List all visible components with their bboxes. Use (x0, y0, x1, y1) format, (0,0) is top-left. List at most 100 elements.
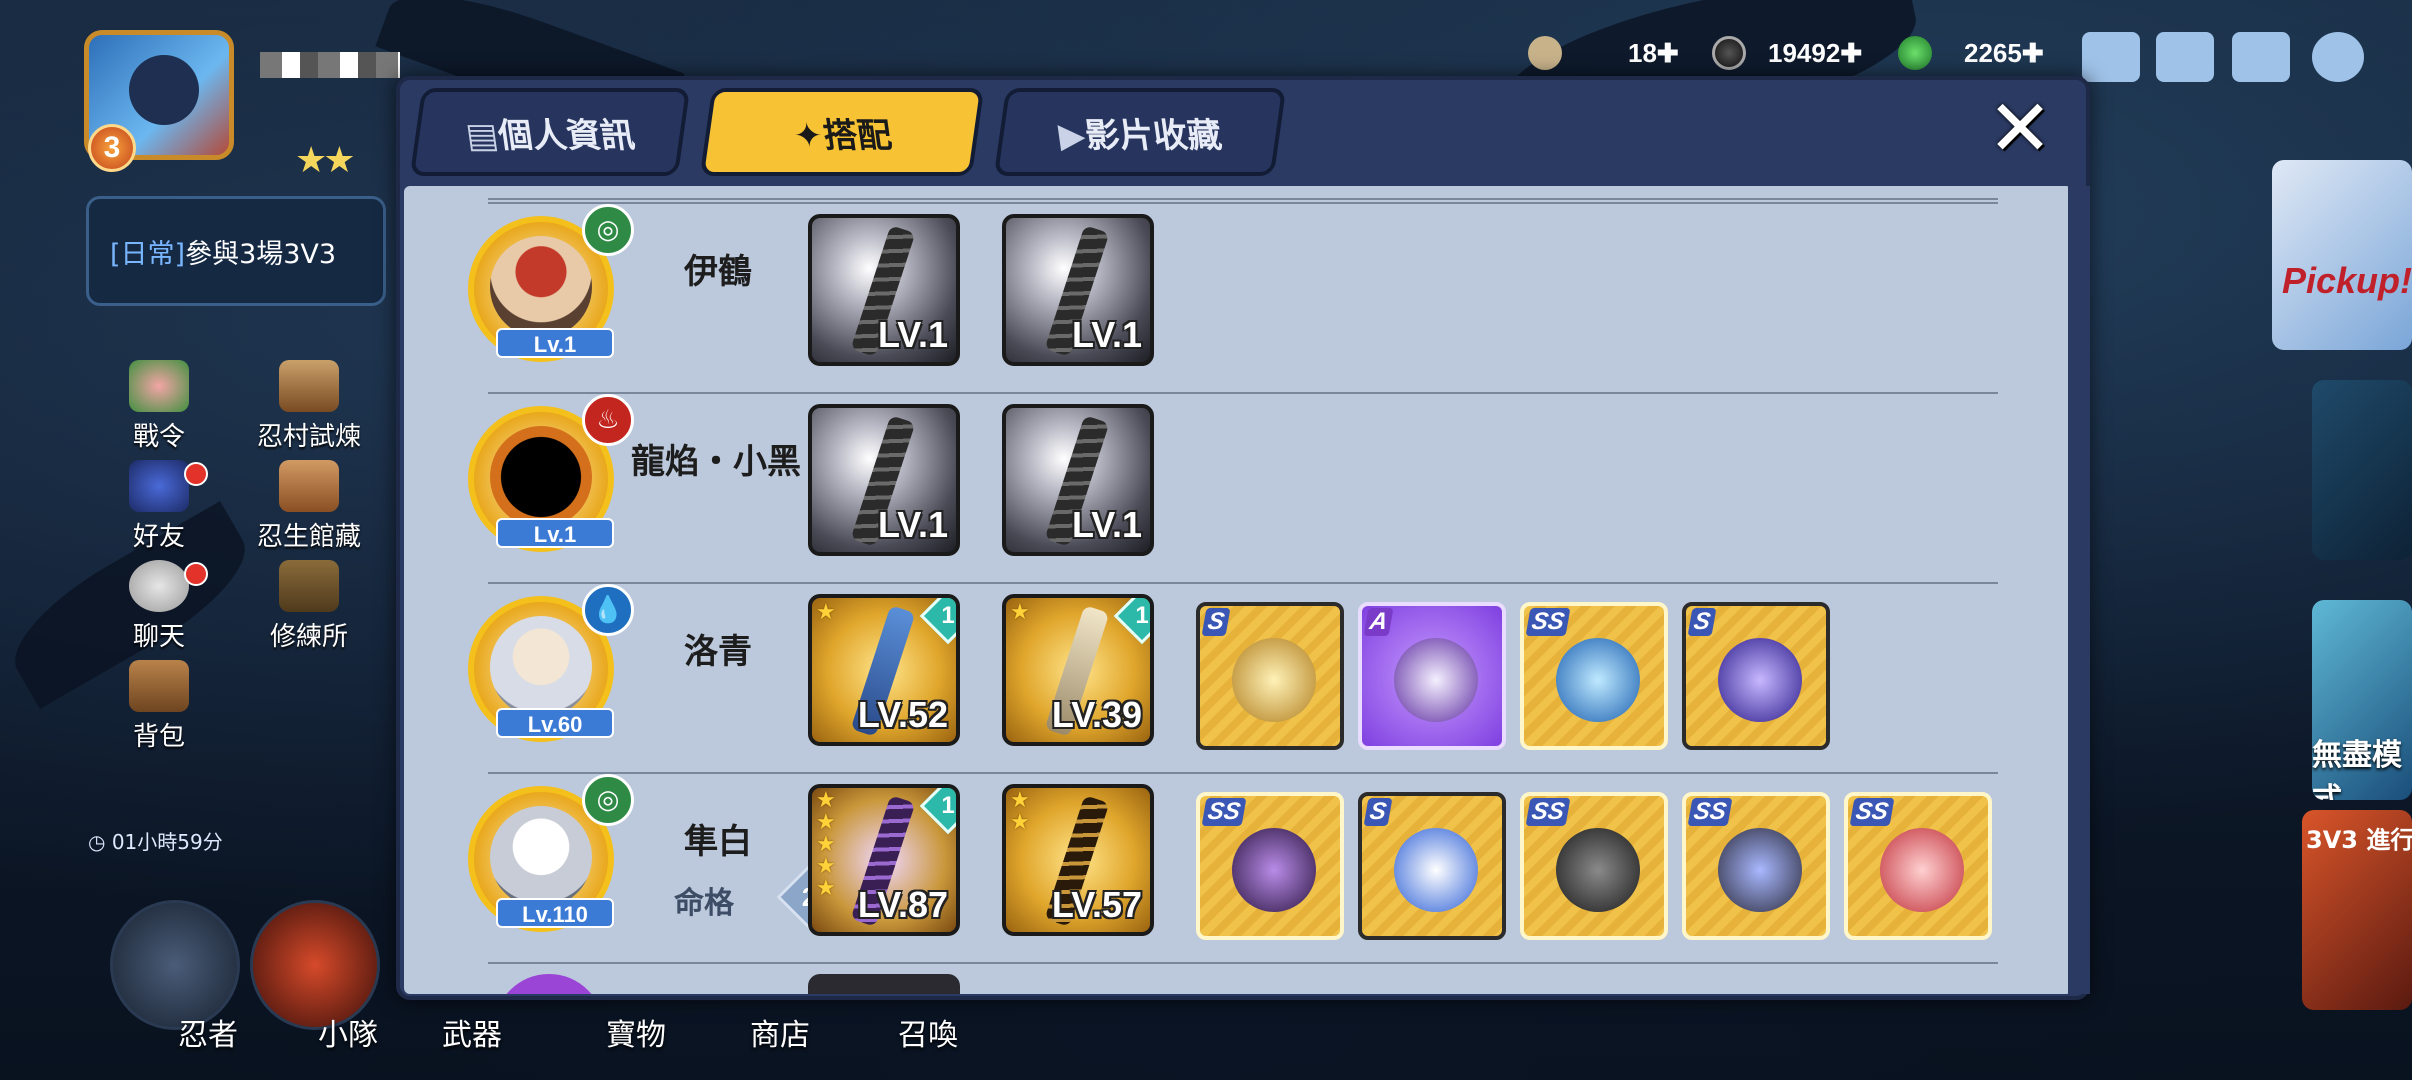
pickup-text: Pickup! (2282, 260, 2412, 301)
weapon-slot[interactable]: ★ ★ LV.57 (1002, 784, 1154, 936)
hero-level: Lv.1 (496, 518, 614, 548)
water-element-icon: 💧 (582, 584, 634, 636)
hero-row[interactable]: Lv.60 💧 洛青 ★ 1 LV.52 ★ 1 LV.39 S A SS S (468, 582, 1998, 772)
hero-face (490, 426, 592, 528)
tab-label: 影片收藏 (1082, 115, 1225, 156)
coin-icon (1712, 36, 1746, 70)
bag-icon (129, 660, 189, 712)
notification-dot (184, 562, 208, 586)
quest-desc: 參與3場3V3 (185, 239, 337, 270)
side-label: 修練所 (269, 622, 348, 652)
side-label: 忍村試煉 (256, 422, 361, 452)
scrollbar[interactable] (2068, 186, 2090, 994)
battle-pass-icon (129, 360, 189, 412)
scroll-trial-icon (279, 360, 339, 412)
side-menu-village-trial[interactable]: 忍村試煉 (254, 360, 364, 453)
treasure-grade: A (1363, 608, 1394, 636)
resource-value: 2265 (1964, 38, 2022, 68)
museum-icon (279, 460, 339, 512)
tab-video-collection[interactable]: ▶ 影片收藏 (993, 88, 1287, 176)
nav-team[interactable]: 小隊 (318, 1010, 378, 1054)
katana-banner[interactable] (2312, 380, 2412, 560)
refine-value: 1 (1135, 602, 1149, 629)
pvp-text: 3V3 進行中 (2306, 826, 2412, 854)
treasure-grade: S (1363, 798, 1393, 826)
ribbon-icon (1880, 828, 1964, 912)
weapon-star: ★ (1010, 600, 1030, 625)
tab-label: 搭配 (819, 115, 894, 156)
treasure-slot[interactable]: SS (1520, 602, 1668, 750)
weapon-level: LV.1 (1071, 504, 1142, 545)
refine-value: 1 (941, 602, 955, 629)
gear-icon[interactable] (2312, 32, 2364, 82)
avatar-face (129, 55, 199, 125)
hero-loadout-list[interactable]: Lv.1 ◎ 伊鶴 LV.1 LV.1 Lv.1 ♨ 龍焰・小黑 LV.1 LV… (404, 186, 2072, 994)
treasure-grade: SS (1849, 798, 1895, 826)
side-menu-training[interactable]: 修練所 (254, 560, 364, 653)
hero-name: 龍焰・小黑 (631, 442, 801, 482)
weapon-slot[interactable]: ★ ★ ★ ★ ★ 1 LV.87 (808, 784, 960, 936)
golden-orb-icon (1232, 638, 1316, 722)
treasure-grade: SS (1525, 608, 1571, 636)
treasure-slot[interactable]: SS (1196, 792, 1344, 940)
refine-badge: 1 (919, 788, 956, 835)
nav-shop[interactable]: 商店 (750, 1010, 810, 1054)
resource-coin[interactable]: 19492✚ (1768, 38, 1862, 69)
weapon-level: LV.1 (877, 314, 948, 355)
loadout-panel: ▤ 個人資訊 ✦ 搭配 ▶ 影片收藏 ✕ Lv.1 ◎ 伊鶴 LV.1 LV.1… (396, 76, 2090, 1000)
side-menu-battle-pass[interactable]: 戰令 (104, 360, 214, 453)
treasure-grade: SS (1201, 798, 1247, 826)
nav-weapons[interactable]: 武器 (442, 1010, 502, 1054)
weapon-level: LV.1 (877, 504, 948, 545)
rank-stars: ★★ (295, 140, 356, 181)
refine-value: 1 (941, 792, 955, 819)
nav-summon[interactable]: 召喚 (898, 1010, 958, 1054)
treasure-slot[interactable]: A (1358, 602, 1506, 750)
weapon-level: LV.52 (857, 694, 948, 735)
tab-profile[interactable]: ▤ 個人資訊 (409, 88, 691, 176)
side-menu-bag[interactable]: 背包 (104, 660, 214, 753)
nav-treasures[interactable]: 寶物 (606, 1010, 666, 1054)
weapon-slot[interactable]: LV.1 (1002, 214, 1154, 366)
treasure-slot[interactable]: S (1682, 602, 1830, 750)
notification-dot (184, 462, 208, 486)
feather-icon (1394, 828, 1478, 912)
treasure-slot[interactable]: S (1196, 602, 1344, 750)
refine-badge: 1 (919, 598, 956, 645)
weapon-slot[interactable]: ★ 1 LV.52 (808, 594, 960, 746)
shop-sign-icon[interactable] (2232, 32, 2290, 82)
treasure-slot[interactable]: SS (1844, 792, 1992, 940)
hero-portrait-partial (494, 974, 604, 994)
mail-icon[interactable] (2156, 32, 2214, 82)
weapon-slot[interactable]: LV.1 (808, 404, 960, 556)
calendar-icon[interactable] (2082, 32, 2140, 82)
weapon-slot[interactable]: LV.1 (808, 214, 960, 366)
pvp-banner[interactable]: 3V3 進行中 (2302, 810, 2412, 1010)
hero-face (490, 236, 592, 338)
nav-ninja[interactable]: 忍者 (178, 1010, 238, 1054)
treasure-slot[interactable]: SS (1682, 792, 1830, 940)
side-label: 好友 (132, 522, 185, 552)
hero-row-partial[interactable] (488, 962, 1998, 994)
dagger-icon (1232, 828, 1316, 912)
side-label: 忍生館藏 (256, 522, 361, 552)
tab-loadout[interactable]: ✦ 搭配 (699, 88, 985, 176)
weapon-level: LV.57 (1051, 884, 1142, 925)
pickup-banner[interactable]: Pickup! (2272, 160, 2412, 350)
weapon-level: LV.87 (857, 884, 948, 925)
resource-scroll[interactable]: 18✚ (1628, 38, 1679, 69)
weapon-slot[interactable]: LV.1 (1002, 404, 1154, 556)
hero-row[interactable]: Lv.110 ◎ 隼白 命格 2 ★★★★★1LV.87 ★★LV.57 SS … (468, 772, 1998, 962)
resource-jade[interactable]: 2265✚ (1964, 38, 2044, 69)
treasure-slot[interactable]: S (1358, 792, 1506, 940)
weapon-slot[interactable]: ★ 1 LV.39 (1002, 594, 1154, 746)
gauntlet-icon (1718, 828, 1802, 912)
hero-row[interactable]: Lv.1 ♨ 龍焰・小黑 LV.1 LV.1 (468, 392, 1998, 582)
side-menu-museum[interactable]: 忍生館藏 (254, 460, 364, 553)
hero-row[interactable]: Lv.1 ◎ 伊鶴 LV.1 LV.1 (468, 202, 1998, 392)
endless-mode-banner[interactable]: 無盡模式 (2312, 600, 2412, 800)
treasure-slot[interactable]: SS (1520, 792, 1668, 940)
hero-level: Lv.110 (496, 898, 614, 928)
close-button[interactable]: ✕ (1984, 90, 2056, 170)
hero-name: 洛青 (684, 632, 752, 672)
